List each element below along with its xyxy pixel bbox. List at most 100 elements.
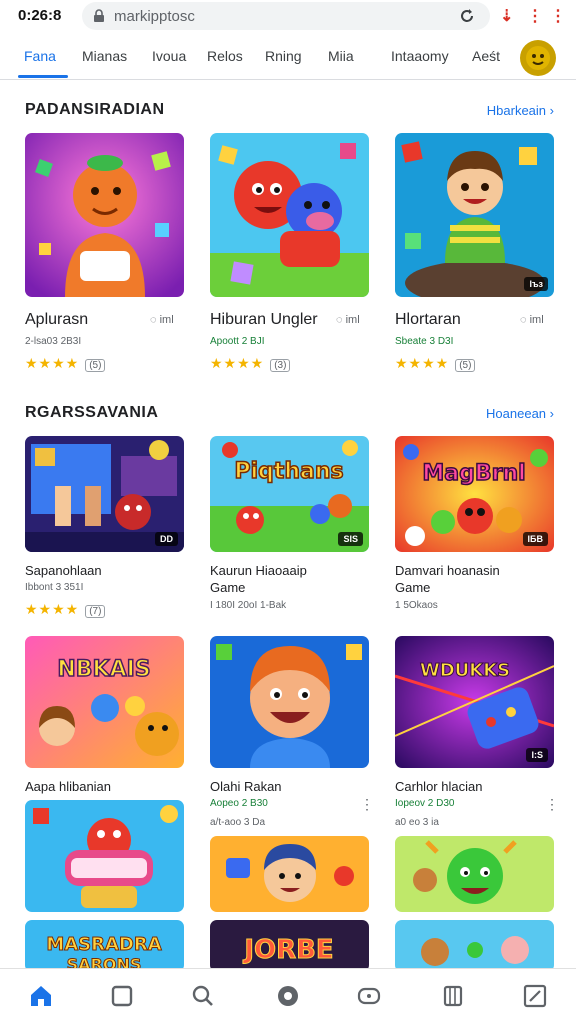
tab-miia[interactable]: Miia [328,48,354,64]
section1-more-link[interactable]: Hbarkeain › [487,103,554,118]
tile-badge: DD [155,532,178,546]
more-options-icon[interactable]: ⋮ [545,796,559,813]
app-name[interactable]: Carhlor hlacian [395,778,482,795]
app-tile-14[interactable]: JORBE [210,920,369,972]
apps-icon[interactable] [109,983,135,1009]
app-name[interactable]: Olahi Rakan [210,778,282,795]
tab-rning[interactable]: Rning [265,48,302,64]
rating-count: (7) [85,605,106,618]
app-sub: Iopeov 2 D30 [395,798,455,809]
game-logo-text: MASRADRA [46,934,161,955]
app-name-line1: Damvari hoanasin [395,563,500,578]
app-tile-11[interactable] [210,836,369,912]
app-tile-5[interactable]: Piqthans SIS [210,436,369,552]
app-tile-8[interactable] [210,636,369,768]
tab-relos[interactable]: Relos [207,48,243,64]
game-logo-text: Piqthans [234,459,343,484]
app-tile-12[interactable] [395,836,554,912]
reload-icon[interactable] [458,7,476,25]
tile-badge: IБB [522,532,548,546]
avatar[interactable] [520,40,556,76]
games-icon[interactable] [356,983,382,1009]
app-tile-13[interactable]: MASRADRA SARONS [25,920,184,972]
app-sub: 1 5Okaos [395,600,438,611]
app-name[interactable]: Sapanohlaan [25,562,102,579]
home-icon[interactable] [28,983,54,1009]
app-name[interactable]: Kaurun Hiaoaaip Game [210,562,360,596]
app-sub: Ibbont 3 351I [25,582,84,593]
app-extra-label: ◌ iml [150,314,174,326]
character-artwork-icon [395,133,554,297]
section2-more-label: Hoaneean [486,406,547,421]
section2-title: RGARSSAVANIA [25,404,159,421]
tab-aest[interactable]: Aeśt [472,48,500,64]
category-tabs: Fana Mianas Ivoua Relos Rning Miia Intaa… [0,34,576,80]
app-name[interactable]: Aapa hlibanian [25,778,111,795]
app-tile-7[interactable]: NBKAIS [25,636,184,768]
app-name[interactable]: Hiburan Ungler [210,311,318,329]
tile-badge: Iъз [524,277,548,291]
edit-icon[interactable] [522,983,548,1009]
section1-title: PADANSIRADIAN [25,101,165,118]
active-tab-indicator [18,75,68,78]
game-logo-text: NBKAIS [57,657,150,682]
chevron-right-icon: › [549,103,554,118]
app-sub: Apoott 2 BJI [210,336,265,347]
game-logo-text: MagBrnl [422,461,525,486]
library-icon[interactable] [440,983,466,1009]
app-name[interactable]: Aplurasn [25,311,88,329]
app-sub: I 180I 20oI 1-Bak [210,600,287,611]
tab-ivoua[interactable]: Ivoua [152,48,186,64]
chat-icon: ◌ [150,314,157,326]
app-name[interactable]: Hlortaran [395,311,461,329]
star-glyphs: ★★★★ [25,355,80,371]
app-name[interactable]: Damvari hoanasin Game [395,562,545,596]
address-bar[interactable]: markipptosc [82,2,490,30]
url-text[interactable]: markipptosc [114,8,195,25]
app-tile-9[interactable]: WDUKKS I:S [395,636,554,768]
avatar-face-icon [526,46,550,70]
app-tile-10[interactable] [25,800,184,912]
circle-icon[interactable] [275,983,301,1009]
tab-mianas[interactable]: Mianas [82,48,127,64]
app-tile-6[interactable]: MagBrnl IБB [395,436,554,552]
rating-stars: ★★★★ (3) [210,355,291,372]
app-sub: 2-lsa03 2B3I [25,336,82,347]
character-artwork-icon [25,800,184,912]
app-sub: Sbeate 3 D3I [395,336,454,347]
more-options-icon[interactable]: ⋮ [360,796,374,813]
app-name-line1: Kaurun Hiaoaaip [210,563,307,578]
app-name-line2: Game [395,580,431,595]
character-artwork-icon [395,920,554,972]
character-artwork-icon [210,133,369,297]
character-artwork-icon [210,836,369,912]
more-icon-2[interactable]: ⋮ [550,6,566,26]
character-artwork-icon [25,133,184,297]
app-tile-2[interactable] [210,133,369,297]
tile-badge: SIS [338,532,363,546]
app-tile-1[interactable] [25,133,184,297]
app-name-line2: Game [210,580,246,595]
tab-intaaomy[interactable]: Intaaomy [391,48,449,64]
search-icon[interactable] [190,983,216,1009]
character-artwork-icon [395,836,554,912]
tile-badge: I:S [526,748,548,762]
section2-more-link[interactable]: Hoaneean › [486,406,554,421]
rating-count: (5) [85,359,106,372]
app-tile-3[interactable]: Iъз [395,133,554,297]
download-icon[interactable]: ⇣ [500,6,513,26]
app-tile-4[interactable]: DD [25,436,184,552]
browser-top-bar: 0:26:8 markipptosc ⇣ ⋮ ⋮ [0,0,576,34]
star-glyphs: ★★★★ [395,355,450,371]
rating-stars: ★★★★ (5) [395,355,476,372]
chat-icon: ◌ [520,314,527,326]
tab-fana[interactable]: Fana [24,48,56,64]
game-artwork-icon: JORBE [210,920,369,972]
app-extra: iml [529,314,544,326]
rating-count: (5) [455,359,476,372]
character-artwork-icon [210,636,369,768]
app-sub: Aopeo 2 B30 [210,798,268,809]
app-tile-15[interactable] [395,920,554,972]
app-extra-label: ◌ iml [520,314,544,326]
more-icon[interactable]: ⋮ [527,6,543,26]
